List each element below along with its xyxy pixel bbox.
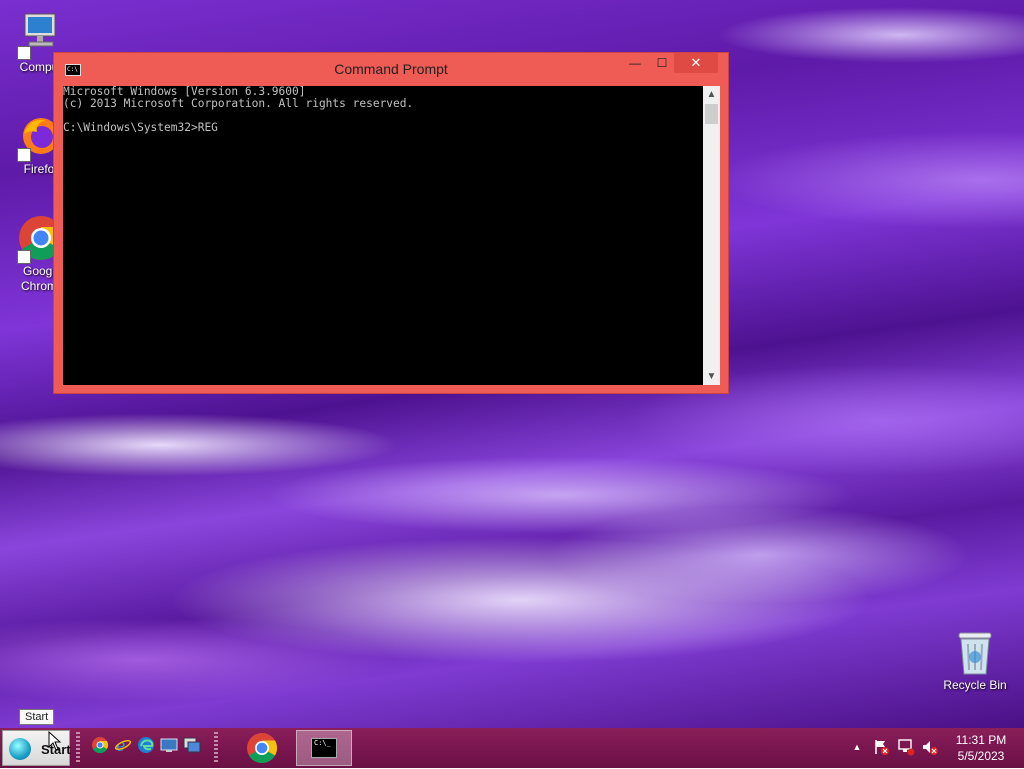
close-button[interactable]: ✕ [674,53,718,73]
desktop-icon-label: Recycle Bin [943,678,1007,692]
vertical-scrollbar[interactable]: ▲ ▼ [703,86,720,385]
console-line: (c) 2013 Microsoft Corporation. All righ… [63,97,414,110]
taskbar-chrome-button[interactable] [246,732,278,764]
taskbar: Start e C:\_ ▲ 11:31 PM [0,728,1024,768]
cmd-icon: C:\_ [311,738,337,758]
desktop: Compu Firefo Googl Chrom Recycle Bin C:\… [0,0,1024,728]
window-titlebar[interactable]: C:\ Command Prompt — ☐ ✕ [54,53,728,85]
scrollbar-thumb[interactable] [705,104,718,124]
maximize-button[interactable]: ☐ [652,53,672,73]
quick-launch-window-switch-icon[interactable] [183,736,201,754]
scroll-down-arrow-icon[interactable]: ▼ [703,368,720,385]
scroll-up-arrow-icon[interactable]: ▲ [703,86,720,103]
taskbar-cmd-button[interactable]: C:\_ [296,730,352,766]
start-tooltip: Start [19,709,55,725]
quick-launch-edge-icon[interactable] [137,736,155,754]
mouse-cursor-icon [48,731,62,751]
quick-launch-chrome-icon[interactable] [91,736,109,754]
taskbar-clock[interactable]: 11:31 PM 5/5/2023 [946,732,1016,764]
console-prompt-line: C:\Windows\System32>REG [63,121,218,134]
clock-time: 11:31 PM [955,733,1007,747]
volume-muted-icon[interactable] [921,738,939,756]
command-prompt-window[interactable]: C:\ Command Prompt — ☐ ✕ Microsoft Windo… [53,52,729,394]
quick-launch-desktop-icon[interactable] [160,736,178,754]
toolbar-grip[interactable] [214,732,218,764]
computer-icon [15,10,63,60]
desktop-icon-recycle-bin[interactable]: Recycle Bin [940,630,1010,693]
recycle-bin-icon [955,630,995,676]
clock-date: 5/5/2023 [957,749,1005,763]
network-icon[interactable] [897,738,915,756]
chrome-icon [247,733,278,764]
minimize-button[interactable]: — [627,53,643,73]
quick-launch-ie-icon[interactable]: e [114,736,132,755]
start-orb-icon [9,738,31,760]
show-hidden-icons-icon[interactable]: ▲ [848,738,866,756]
toolbar-grip[interactable] [76,732,80,764]
action-center-flag-icon[interactable] [872,738,890,756]
console-output[interactable]: Microsoft Windows [Version 6.3.9600] (c)… [63,86,703,385]
